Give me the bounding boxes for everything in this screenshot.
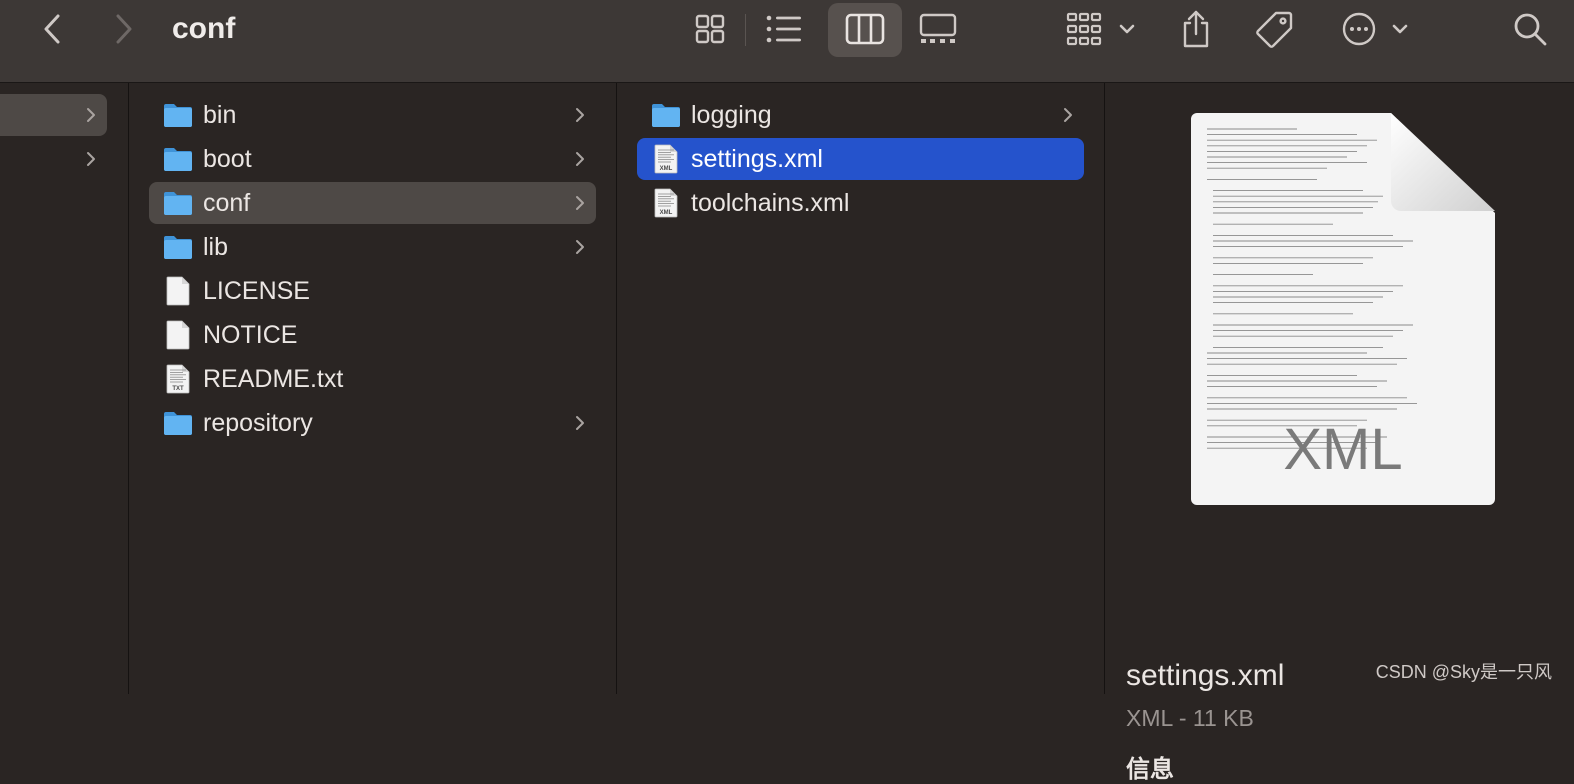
svg-text:TXT: TXT [172, 386, 184, 392]
chevron-right-icon [576, 416, 584, 430]
file-row-boot[interactable]: boot [149, 138, 596, 180]
file-name: LICENSE [203, 277, 310, 305]
file-row-conf[interactable]: conf [149, 182, 596, 224]
xml-file-icon: XML [654, 144, 678, 174]
svg-text:XML: XML [660, 210, 673, 216]
chevron-right-icon [87, 152, 95, 166]
folder-icon [164, 236, 192, 259]
toolbar: conf [0, 0, 1574, 83]
thumbnail-badge: XML [1283, 417, 1402, 482]
share-button[interactable] [1176, 0, 1216, 58]
file-name: bin [203, 101, 237, 129]
file-row-bin[interactable]: bin [149, 94, 596, 136]
chevron-right-icon [576, 196, 584, 210]
file-name: conf [203, 189, 251, 217]
xml-file-icon: XML [654, 188, 678, 218]
preview-pane: XML settings.xml XML - 11 KB 信息 [1105, 83, 1574, 783]
chevron-right-icon [87, 108, 95, 122]
file-row-lib[interactable]: lib [149, 226, 596, 268]
file-row-logging[interactable]: logging [637, 94, 1084, 136]
folder-icon [652, 104, 680, 127]
forward-button[interactable] [104, 0, 144, 58]
chevron-left-icon [44, 14, 60, 44]
file-thumbnail: XML [1191, 113, 1495, 505]
file-name: toolchains.xml [691, 189, 850, 217]
file-name: NOTICE [203, 321, 298, 349]
file-row-license[interactable]: LICENSE [149, 270, 596, 312]
file-row-notice[interactable]: NOTICE [149, 314, 596, 356]
view-list-button[interactable] [763, 0, 805, 58]
grid-icon [695, 14, 725, 44]
columns-icon-wrap[interactable] [828, 0, 902, 58]
window-title: conf [172, 12, 236, 45]
folder-icon [164, 412, 192, 435]
preview-info-heading: 信息 [1126, 756, 1174, 783]
group-button[interactable] [1064, 0, 1140, 58]
file-row-readme-txt[interactable]: TXT README.txt [149, 358, 596, 400]
file-name: lib [203, 233, 229, 261]
text-file-icon: TXT [166, 364, 190, 394]
file-row-settings-xml[interactable]: XML settings.xml [637, 138, 1084, 180]
file-name: repository [203, 409, 313, 437]
preview-file-name: settings.xml [1126, 659, 1285, 692]
folder-icon [164, 104, 192, 127]
gallery-icon [919, 13, 957, 43]
chevron-right-icon [1064, 108, 1072, 122]
svg-text:XML: XML [660, 166, 673, 172]
chevron-right-icon [576, 240, 584, 254]
search-icon [1514, 13, 1547, 46]
file-name: logging [691, 101, 772, 129]
back-button[interactable] [32, 0, 72, 58]
watermark: CSDN @Sky是一只风 [1375, 662, 1552, 682]
file-name: README.txt [203, 365, 344, 393]
file-name: boot [203, 145, 252, 173]
ellipsis-icon [1342, 12, 1408, 46]
view-gallery-button[interactable] [916, 0, 960, 58]
search-button[interactable] [1508, 0, 1552, 58]
chevron-right-icon [576, 108, 584, 122]
column-1: bin boot conf lib LICENSE NOTICE TXT README.txt… [129, 83, 617, 694]
document-icon [166, 276, 190, 306]
chevron-right-icon [576, 152, 584, 166]
column-0 [0, 83, 129, 694]
column-0-item[interactable] [0, 94, 107, 136]
folder-icon [164, 192, 192, 215]
file-row-toolchains-xml[interactable]: XML toolchains.xml [637, 182, 1084, 224]
preview-file-meta: XML - 11 KB [1126, 705, 1254, 731]
toolbar-separator [745, 14, 746, 46]
list-icon [766, 15, 801, 43]
column-0-item[interactable] [0, 138, 107, 180]
view-icons-button[interactable] [690, 0, 730, 58]
file-name: settings.xml [691, 145, 823, 173]
file-row-repository[interactable]: repository [149, 402, 596, 444]
folder-icon [164, 148, 192, 171]
chevron-right-icon [116, 14, 132, 44]
share-icon [1183, 10, 1209, 48]
tags-button[interactable] [1254, 0, 1296, 58]
tag-icon [1256, 11, 1293, 48]
columns-icon [845, 13, 885, 45]
group-grid-icon [1066, 12, 1135, 46]
more-button[interactable] [1338, 0, 1412, 58]
document-icon [166, 320, 190, 350]
column-2: logging XML settings.xml XML toolchains.xml [617, 83, 1105, 694]
